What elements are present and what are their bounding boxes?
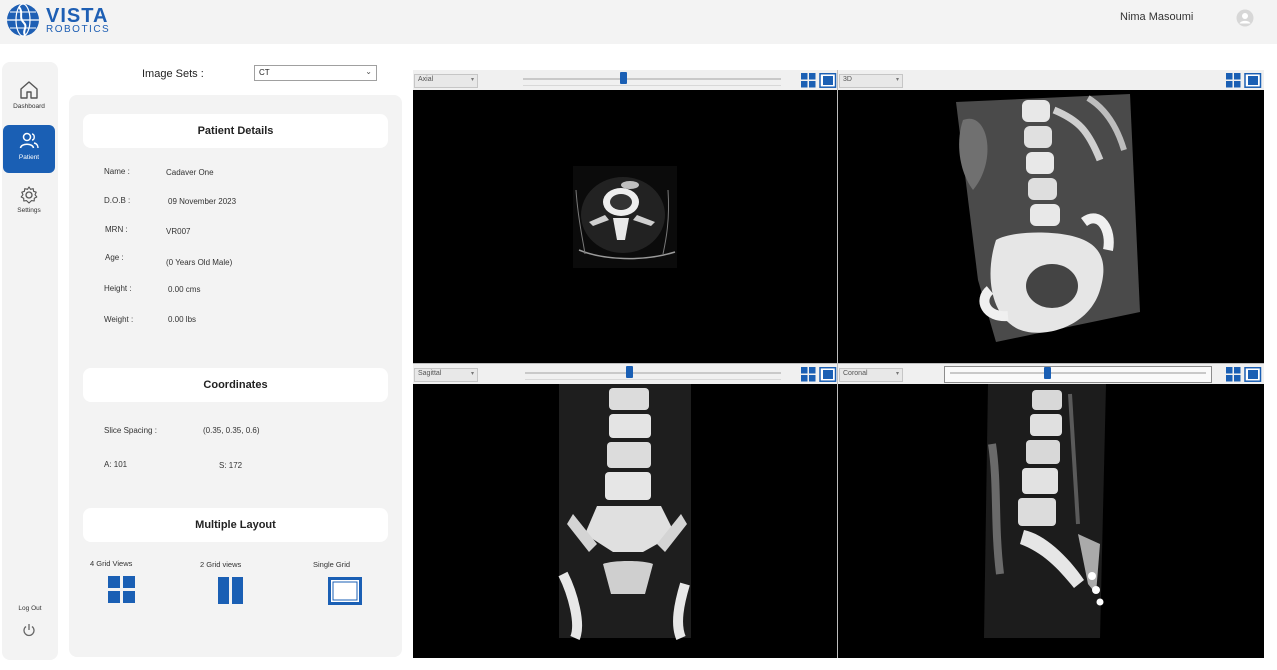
sagittal-ct-image — [558, 384, 691, 640]
layout-toggle-icons[interactable] — [801, 73, 837, 88]
layout-toggle-icons[interactable] — [1226, 367, 1262, 382]
axial-ct-image — [573, 166, 677, 268]
brand-subtitle: ROBOTICS — [46, 24, 111, 35]
age-value: (0 Years Old Male) — [166, 258, 233, 267]
nav-item-dashboard[interactable]: Dashboard — [3, 74, 55, 122]
height-value: 0.00 cms — [168, 285, 201, 294]
user-name: Nima Masoumi — [1120, 11, 1194, 23]
logout-label[interactable]: Log Out — [2, 605, 58, 612]
user-circle-icon[interactable] — [1236, 9, 1254, 27]
two-grid-label: 2 Grid views — [200, 560, 242, 569]
chevron-down-icon: ⌄ — [365, 67, 372, 76]
viewport-toolbar: Axial ▾ — [413, 70, 837, 90]
viewport-sagittal[interactable]: Sagittal ▾ — [413, 364, 837, 658]
slice-slider[interactable] — [523, 78, 781, 80]
mrn-value: VR007 — [166, 227, 191, 236]
view-select-value: Sagittal — [418, 370, 442, 377]
image-sets-label: Image Sets : — [142, 68, 204, 80]
age-label: Age : — [105, 253, 124, 262]
view-select[interactable]: 3D ▾ — [839, 74, 903, 88]
dob-label: D.O.B : — [104, 196, 131, 205]
patient-panel: Patient Details Name : Cadaver One D.O.B… — [69, 95, 402, 657]
slice-slider[interactable] — [950, 372, 1206, 374]
view-select-value: 3D — [843, 76, 852, 83]
layout-toggle-icons[interactable] — [1226, 73, 1262, 88]
slider-baseline — [523, 85, 781, 86]
chevron-down-icon: ▾ — [895, 77, 899, 83]
viewport-divider-vertical — [837, 70, 838, 658]
slice-slider[interactable] — [525, 372, 781, 374]
two-grid-icon[interactable] — [218, 577, 244, 605]
users-icon — [19, 132, 39, 149]
nav-rail: Dashboard Patient Settings Log Out — [2, 62, 58, 660]
slider-baseline — [525, 379, 781, 380]
patient-details-title: Patient Details — [83, 114, 388, 148]
view-select-value: Coronal — [843, 370, 868, 377]
viewport-toolbar: 3D ▾ — [838, 70, 1264, 90]
slice-spacing-value: (0.35, 0.35, 0.6) — [203, 426, 260, 435]
viewport-toolbar: Sagittal ▾ — [413, 364, 837, 384]
globe-logo-icon — [7, 3, 39, 37]
viewport-toolbar: Coronal ▾ — [838, 364, 1264, 384]
slice-slider-thumb[interactable] — [626, 366, 634, 378]
single-grid-icon[interactable] — [328, 577, 362, 605]
slice-slider-focus-box — [944, 366, 1212, 383]
dob-value: 09 November 2023 — [168, 197, 237, 206]
viewport-divider-horizontal — [413, 363, 1264, 364]
image-sets-select[interactable]: CT ⌄ — [254, 65, 377, 81]
view-select-value: Axial — [418, 76, 434, 83]
slice-slider-thumb[interactable] — [1043, 367, 1051, 379]
s-coordinate: S: 172 — [219, 461, 243, 470]
view-select[interactable]: Sagittal ▾ — [414, 368, 478, 382]
four-grid-label: 4 Grid Views — [90, 559, 133, 568]
multiple-layout-title: Multiple Layout — [83, 508, 388, 542]
a-coordinate: A: 101 — [104, 460, 128, 469]
volume-render-image — [956, 94, 1140, 342]
four-grid-icon[interactable] — [108, 576, 136, 604]
name-value: Cadaver One — [166, 168, 214, 177]
viewport-axial[interactable]: Axial ▾ — [413, 70, 837, 363]
top-bar: VISTA ROBOTICS Nima Masoumi — [0, 0, 1277, 44]
nav-label: Patient — [18, 154, 40, 161]
home-icon — [20, 81, 38, 99]
single-grid-label: Single Grid — [313, 560, 351, 569]
height-label: Height : — [104, 284, 132, 293]
nav-label: Settings — [17, 207, 41, 214]
layout-toggle-icons[interactable] — [801, 367, 837, 382]
gear-icon — [20, 186, 38, 204]
view-select[interactable]: Axial ▾ — [414, 74, 478, 88]
power-icon[interactable] — [22, 623, 36, 637]
slice-slider-thumb[interactable] — [620, 72, 628, 84]
image-sets-selected: CT — [259, 68, 270, 77]
weight-label: Weight : — [104, 315, 134, 324]
slice-spacing-label: Slice Spacing : — [104, 426, 157, 435]
coordinates-title: Coordinates — [83, 368, 388, 402]
chevron-down-icon: ▾ — [470, 77, 474, 83]
nav-label: Dashboard — [13, 103, 45, 110]
name-label: Name : — [104, 167, 130, 176]
vista-robotics-logo: VISTA ROBOTICS — [6, 2, 116, 38]
chevron-down-icon: ▾ — [470, 371, 474, 377]
weight-value: 0.00 lbs — [168, 315, 197, 324]
viewport-3d[interactable]: 3D ▾ — [838, 70, 1264, 363]
image-viewer: Axial ▾ 3D ▾ Sagittal ▾ Coronal ▾ — [413, 70, 1264, 658]
chevron-down-icon: ▾ — [895, 371, 899, 377]
nav-item-settings[interactable]: Settings — [3, 180, 55, 228]
mrn-label: MRN : — [105, 225, 128, 234]
coronal-ct-image — [984, 384, 1106, 638]
nav-item-patient[interactable]: Patient — [3, 125, 55, 173]
view-select[interactable]: Coronal ▾ — [839, 368, 903, 382]
viewport-coronal[interactable]: Coronal ▾ — [838, 364, 1264, 658]
